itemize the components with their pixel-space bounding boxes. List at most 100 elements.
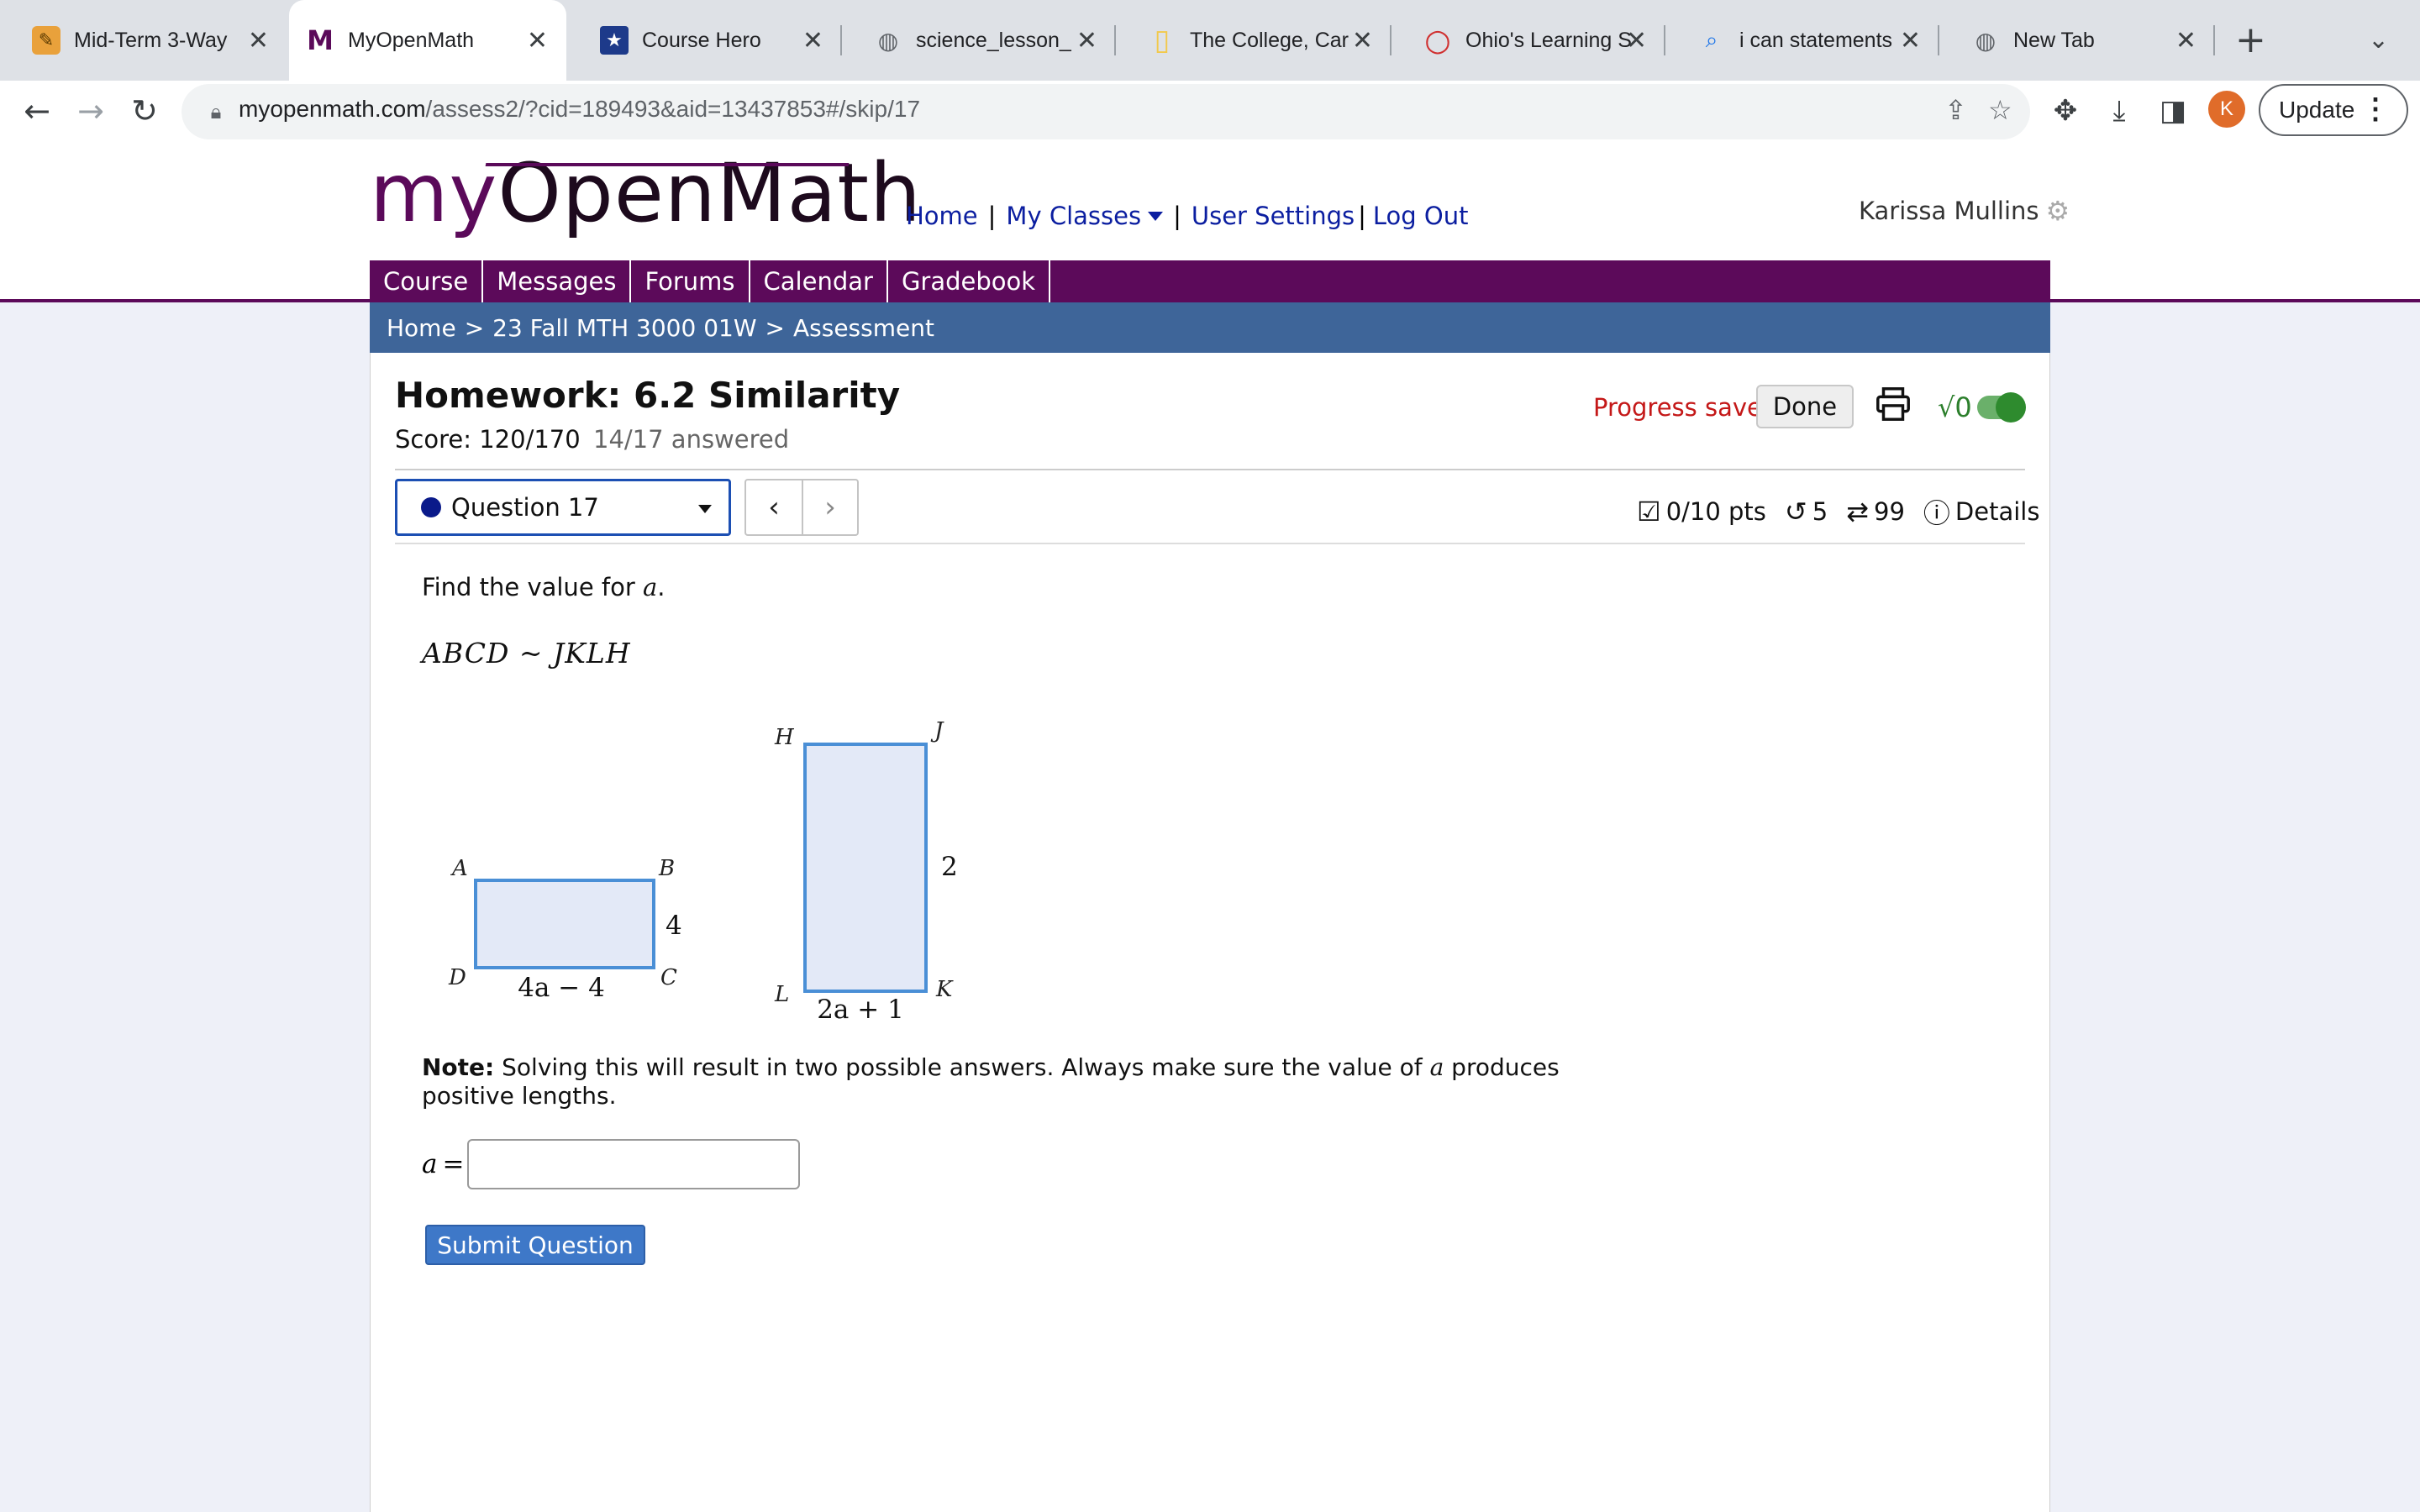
url-path: /assess2/?cid=189493&aid=13437853#/skip/… [425, 96, 921, 122]
info-icon: ⓘ [1923, 497, 1950, 529]
nav-user-settings-link[interactable]: User Settings [1192, 202, 1355, 230]
nav-home-link[interactable]: Home [906, 202, 978, 230]
user-menu[interactable]: Karissa Mullins ⚙ [1859, 195, 2070, 227]
close-icon[interactable]: ✕ [2175, 26, 2196, 55]
tab-search-chevron-icon[interactable]: ⌄ [2368, 25, 2389, 55]
note-text: Solving this will result in two possible… [494, 1053, 1430, 1081]
points-text: 0/10 pts [1665, 497, 1766, 526]
breadcrumb-separator: > [765, 313, 785, 342]
more-vert-icon: ⋮ [2361, 93, 2390, 125]
page-title: Homework: 6.2 Similarity [395, 375, 901, 416]
answered-count: 14/17 answered [593, 425, 790, 454]
update-button[interactable]: Update ⋮ [2259, 84, 2408, 136]
share-icon[interactable]: ⇪ [1944, 94, 1967, 126]
caret-down-icon[interactable] [1148, 211, 1164, 221]
regens-info: ⇄ 99 [1846, 496, 1905, 528]
tab-title: Mid-Term 3-Way [74, 28, 228, 52]
breadcrumb: Home > 23 Fall MTH 3000 01W > Assessment [370, 302, 2050, 353]
nav-separator: | [1173, 202, 1181, 230]
print-icon[interactable] [1874, 385, 1912, 423]
similarity-statement: ABCD ~ JKLH [422, 637, 631, 669]
prompt-period: . [657, 573, 666, 601]
browser-tab-i-can-statements[interactable]: ⌕ i can statements ✕ [1665, 0, 1939, 81]
vertex-h-label: H [774, 725, 795, 750]
logo-overline [485, 163, 850, 166]
next-question-button[interactable]: › [802, 480, 857, 534]
math-entry-toggle[interactable]: √0 [1938, 391, 2026, 423]
toggle-switch [1976, 392, 2026, 423]
vertex-a-label: A [450, 856, 468, 881]
browser-tab-the-college[interactable]: ▯ The College, Car ✕ [1116, 0, 1392, 81]
download-icon[interactable]: ⤓ [2099, 91, 2139, 131]
details-toggle[interactable]: ⓘ Details [1923, 492, 2040, 531]
document-icon: ▯ [1154, 24, 1171, 57]
browser-tab-coursehero[interactable]: ★ Course Hero ✕ [568, 0, 842, 81]
red-circle-icon: ○ [1424, 23, 1451, 58]
score-text: Score: 120/170 [395, 425, 581, 454]
bookmark-star-icon[interactable]: ☆ [1988, 94, 2012, 126]
course-nav-gradebook[interactable]: Gradebook [888, 260, 1051, 302]
course-nav-course[interactable]: Course [370, 260, 484, 302]
breadcrumb-home-link[interactable]: Home [387, 314, 456, 342]
close-icon[interactable]: ✕ [248, 26, 269, 55]
close-icon[interactable]: ✕ [1076, 26, 1097, 55]
retries-count: 5 [1812, 497, 1828, 526]
reload-icon[interactable]: ↻ [123, 89, 166, 133]
back-arrow-icon[interactable]: ← [15, 89, 59, 133]
close-icon[interactable]: ✕ [1626, 26, 1647, 55]
course-nav-messages[interactable]: Messages [483, 260, 632, 302]
nav-separator: | [1358, 202, 1366, 230]
tab-separator [2213, 25, 2215, 55]
browser-tab-midterm[interactable]: ✎ Mid-Term 3-Way ✕ [0, 0, 287, 81]
question-info: ☑ 0/10 pts ↺ 5 ⇄ 99 ⓘ Details [1637, 492, 2039, 531]
extensions-puzzle-icon[interactable]: ✥ [2045, 91, 2086, 131]
note-label: Note: [422, 1053, 495, 1081]
answer-row: a = [422, 1139, 801, 1189]
logo-openmath: OpenMath [497, 146, 922, 240]
address-bar[interactable]: 🔒︎ myopenmath.com/assess2/?cid=189493&ai… [182, 84, 2030, 139]
nav-my-classes-link[interactable]: My Classes [1006, 202, 1141, 230]
close-icon[interactable]: ✕ [1352, 26, 1373, 55]
top-navigation: Home | My Classes | User Settings | Log … [906, 202, 1469, 230]
similar-rectangles-figure: A B C D 4 4a − 4 H J K L 2 2a + 1 [448, 718, 958, 1025]
answer-input[interactable] [467, 1139, 801, 1189]
close-icon[interactable]: ✕ [1900, 26, 1921, 55]
side-panel-icon[interactable]: ◨ [2153, 91, 2193, 131]
points-info: ☑ 0/10 pts [1637, 496, 1766, 528]
submit-question-button[interactable]: Submit Question [425, 1225, 645, 1265]
tab-title: Course Hero [642, 28, 761, 52]
done-button[interactable]: Done [1756, 385, 1854, 428]
new-tab-plus-icon[interactable]: + [2235, 18, 2266, 61]
browser-tab-new-tab[interactable]: ◍ New Tab ✕ [1939, 0, 2215, 81]
vertex-d-label: D [448, 965, 466, 990]
side-jk-label: 2 [941, 852, 958, 882]
prev-question-button[interactable]: ‹ [746, 480, 802, 534]
url-text: myopenmath.com/assess2/?cid=189493&aid=1… [239, 96, 920, 123]
star-badge-icon: ★ [600, 26, 629, 55]
course-nav-forums[interactable]: Forums [631, 260, 750, 302]
retry-icon: ↺ [1784, 496, 1807, 528]
vertex-j-label: J [930, 718, 944, 743]
divider [395, 543, 2025, 544]
question-select[interactable]: Question 17 [395, 479, 731, 536]
forward-arrow-icon[interactable]: → [69, 89, 113, 133]
browser-tab-myopenmath[interactable]: M MyOpenMath ✕ [289, 0, 566, 81]
profile-avatar[interactable]: K [2208, 91, 2245, 128]
retries-info: ↺ 5 [1785, 496, 1828, 528]
browser-tab-science-lesson[interactable]: ◍ science_lesson_ ✕ [842, 0, 1116, 81]
breadcrumb-course-link[interactable]: 23 Fall MTH 3000 01W [492, 314, 756, 342]
toggle-knob [1995, 392, 2026, 423]
side-bc-label: 4 [666, 911, 682, 941]
rectangle-abcd [474, 879, 655, 969]
tab-title: i can statements [1739, 28, 1893, 52]
browser-tab-ohio-learning[interactable]: ○ Ohio's Learning S ✕ [1392, 0, 1665, 81]
browser-tab-strip: ✎ Mid-Term 3-Way ✕ M MyOpenMath ✕ ★ Cour… [0, 0, 2420, 81]
vertex-b-label: B [658, 856, 675, 881]
close-icon[interactable]: ✕ [802, 26, 823, 55]
vertex-k-label: K [935, 977, 954, 1002]
nav-log-out-link[interactable]: Log Out [1373, 202, 1469, 230]
logo-my: my [370, 146, 498, 240]
tab-title: Ohio's Learning S [1465, 28, 1632, 52]
close-icon[interactable]: ✕ [527, 26, 548, 55]
course-nav-calendar[interactable]: Calendar [750, 260, 888, 302]
